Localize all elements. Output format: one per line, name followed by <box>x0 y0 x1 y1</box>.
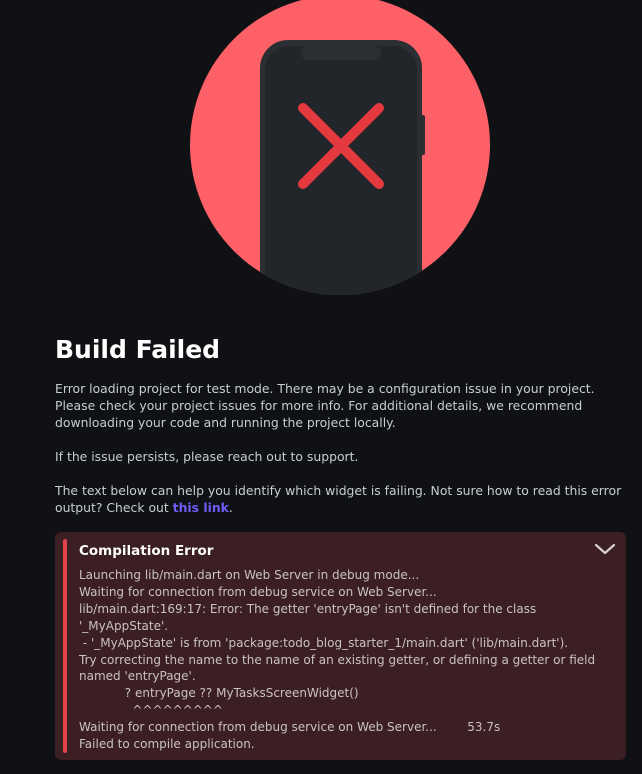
log-line: lib/main.dart:169:17: Error: The getter … <box>79 601 537 616</box>
log-line: Launching lib/main.dart on Web Server in… <box>79 568 420 582</box>
chevron-down-icon[interactable] <box>594 541 616 557</box>
log-line: Failed to compile application. <box>79 737 255 752</box>
log-line: Try correcting the name to the name of a… <box>79 652 596 667</box>
help-note: The text below can help you identify whi… <box>55 482 625 516</box>
log-line: Waiting for connection from debug servic… <box>79 720 501 735</box>
compilation-error-panel: Compilation Error Launching lib/main.dar… <box>55 532 626 760</box>
error-log: Launching lib/main.dart on Web Server in… <box>79 567 619 753</box>
help-note-suffix: . <box>228 500 233 515</box>
error-panel-heading: Compilation Error <box>79 543 214 559</box>
help-note-text: The text below can help you identify whi… <box>55 483 622 515</box>
error-accent-bar <box>63 539 67 753</box>
log-line: '_MyAppState'. <box>79 618 169 633</box>
log-line: ^^^^^^^^^ <box>79 703 223 718</box>
error-description: Error loading project for test mode. The… <box>55 381 595 430</box>
log-line: ? entryPage ?? MyTasksScreenWidget() <box>79 686 359 701</box>
support-note: If the issue persists, please reach out … <box>55 449 359 464</box>
log-line: named 'entryPage'. <box>79 669 196 684</box>
build-failed-page: Build Failed Error loading project for t… <box>0 0 642 774</box>
log-line: - '_MyAppState' is from 'package:todo_bl… <box>79 635 569 650</box>
phone-with-error-x-icon <box>190 0 490 295</box>
help-link[interactable]: this link <box>173 500 229 515</box>
page-title: Build Failed <box>55 335 221 364</box>
log-line: Waiting for connection from debug servic… <box>79 584 437 599</box>
